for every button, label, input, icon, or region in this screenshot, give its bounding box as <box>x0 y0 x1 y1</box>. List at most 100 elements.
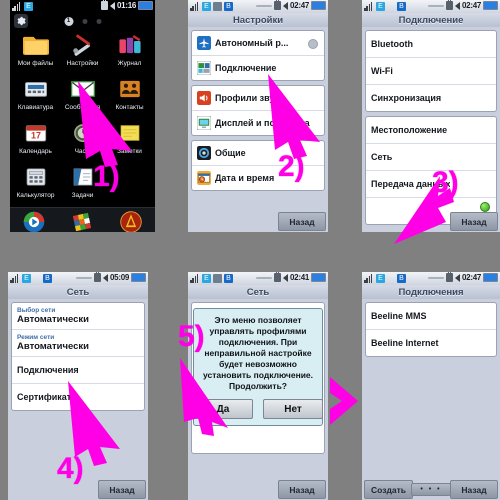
list-item-certificates[interactable]: Сертификаты <box>12 384 144 410</box>
email-badge-icon: E <box>376 274 385 283</box>
list-item-sound-profiles[interactable]: Профили зву <box>192 86 324 111</box>
call-log-icon <box>116 31 144 59</box>
app-label: Контакты <box>115 104 144 111</box>
back-button[interactable]: Назад <box>450 480 498 499</box>
app-icon-contacts[interactable]: Контакты <box>106 75 153 119</box>
status-clock: 01:16 <box>117 1 136 10</box>
app-icon-settings[interactable]: Настройки <box>59 31 106 75</box>
app-icon-dialpad[interactable]: Клавиатура <box>12 75 59 119</box>
network-badge-icon <box>213 274 222 283</box>
list-item-label: Подключения <box>17 365 79 375</box>
annotation-step-3: 3) <box>432 166 459 199</box>
list-item-network[interactable]: Сеть <box>366 144 496 171</box>
statusbar-home: E 01:16 <box>10 0 155 13</box>
tools-icon <box>69 31 97 59</box>
home-dock: Музыка Игры FM-радио <box>10 207 155 232</box>
network-list: Выбор сети Автоматически Режим сети Авто… <box>8 299 148 411</box>
page-title: Подключение <box>362 13 500 27</box>
connectivity-list: Bluetooth Wi-Fi Синхронизация Местополож… <box>362 27 500 225</box>
list-item-label: Подключение <box>215 63 277 73</box>
list-item-location[interactable]: Местоположение <box>366 117 496 144</box>
app-label: Клавиатура <box>17 104 54 111</box>
statusbar-settings: E B 02:47 <box>188 0 328 13</box>
list-item-label: Дисплей и подсветка <box>215 118 310 128</box>
app-label: Задачи <box>71 192 94 199</box>
create-button[interactable]: Создать <box>364 480 413 499</box>
confirm-no-button[interactable]: Нет <box>263 399 323 419</box>
list-item-wifi[interactable]: Wi-Fi <box>366 58 496 85</box>
list-item-network-mode[interactable]: Режим сети Автоматически <box>12 330 144 357</box>
app-icon-calculator[interactable]: Калькулятор <box>12 163 59 207</box>
list-item-data-transfer[interactable]: Передача данных <box>366 171 496 198</box>
calendar-icon: 17 <box>22 119 50 147</box>
dock-icon-music[interactable]: Музыка <box>10 208 58 232</box>
battery-icon <box>131 273 146 282</box>
battery-icon <box>311 1 326 10</box>
contacts-icon <box>116 75 144 103</box>
list-item-network-selection[interactable]: Выбор сети Автоматически <box>12 303 144 330</box>
datetime-icon <box>197 171 211 185</box>
page-dot[interactable] <box>96 18 101 24</box>
status-clock: 02:41 <box>290 273 309 282</box>
page-title: Сеть <box>188 285 328 299</box>
softkey-bar: Назад <box>362 202 500 232</box>
back-button[interactable]: Назад <box>278 480 326 499</box>
list-item-sync[interactable]: Синхронизация <box>366 85 496 111</box>
lock-icon <box>446 272 454 282</box>
app-label: Настройки <box>66 60 99 67</box>
dialog-message: Это меню позволяет управлять профилями п… <box>202 315 314 391</box>
panel-connectivity: E B 02:47 Подключение Bluetooth Wi-Fi Си… <box>362 0 500 232</box>
battery-icon <box>138 1 153 10</box>
battery-icon <box>311 273 326 282</box>
page-dot[interactable] <box>82 18 87 24</box>
app-icon-notes[interactable]: Заметки <box>106 119 153 163</box>
list-item-display[interactable]: Дисплей и подсветка <box>192 111 324 135</box>
app-icon-my-files[interactable]: Мои файлы <box>12 31 59 75</box>
back-button[interactable]: Назад <box>98 480 146 499</box>
connectivity-group-1: Bluetooth Wi-Fi Синхронизация <box>365 30 497 112</box>
list-item-connections[interactable]: Подключения <box>12 357 144 384</box>
signal-icon <box>12 2 22 11</box>
app-icon-clock[interactable]: Часы <box>59 119 106 163</box>
status-clock: 02:47 <box>462 1 481 10</box>
dock-icon-radio[interactable]: FM-радио <box>107 208 155 232</box>
page-title: Подключения <box>362 285 500 299</box>
page-indicator[interactable]: 1 <box>64 16 101 26</box>
email-badge-icon: E <box>202 274 211 283</box>
divider-icon <box>76 276 93 279</box>
dock-icon-games[interactable]: Игры <box>58 208 106 232</box>
list-item-connectivity[interactable]: Подключение <box>192 56 324 80</box>
back-button[interactable]: Назад <box>278 212 326 231</box>
confirm-yes-button[interactable]: Да <box>193 399 253 419</box>
settings-list: Автономный р... Подключение Профили зву <box>188 27 328 191</box>
back-button[interactable]: Назад <box>450 212 498 231</box>
general-gear-icon <box>197 146 211 160</box>
app-icon-calendar[interactable]: 17 Календарь <box>12 119 59 163</box>
list-item-beeline-mms[interactable]: Beeline MMS <box>366 303 496 330</box>
lock-icon <box>274 0 282 10</box>
list-item-bluetooth[interactable]: Bluetooth <box>366 31 496 58</box>
app-icon-messages[interactable]: Сообщения <box>59 75 106 119</box>
app-label: Калькулятор <box>16 192 55 199</box>
annotation-chevron-right-icon <box>330 377 358 425</box>
notes-icon <box>116 119 144 147</box>
divider-icon <box>428 4 445 7</box>
list-item-label: Дата и время <box>215 173 275 183</box>
speaker-icon <box>283 273 289 282</box>
envelope-icon <box>69 75 97 103</box>
list-item-beeline-internet[interactable]: Beeline Internet <box>366 330 496 356</box>
connections-list: Beeline MMS Beeline Internet <box>362 299 500 357</box>
list-item-flight-mode[interactable]: Автономный р... <box>192 31 324 56</box>
sound-icon <box>197 91 211 105</box>
gear-icon[interactable] <box>14 14 28 28</box>
network-group: Выбор сети Автоматически Режим сети Авто… <box>11 302 145 411</box>
app-label: Сообщения <box>64 104 101 111</box>
app-icon-call-log[interactable]: Журнал <box>106 31 153 75</box>
divider-icon <box>428 276 445 279</box>
bluetooth-badge-icon: B <box>224 2 233 11</box>
options-button[interactable]: • • • <box>411 483 451 496</box>
signal-icon <box>10 274 20 283</box>
list-item-label: Профили зву <box>215 93 275 103</box>
radio-toggle[interactable] <box>308 39 318 49</box>
page-dot-current[interactable]: 1 <box>64 16 73 26</box>
